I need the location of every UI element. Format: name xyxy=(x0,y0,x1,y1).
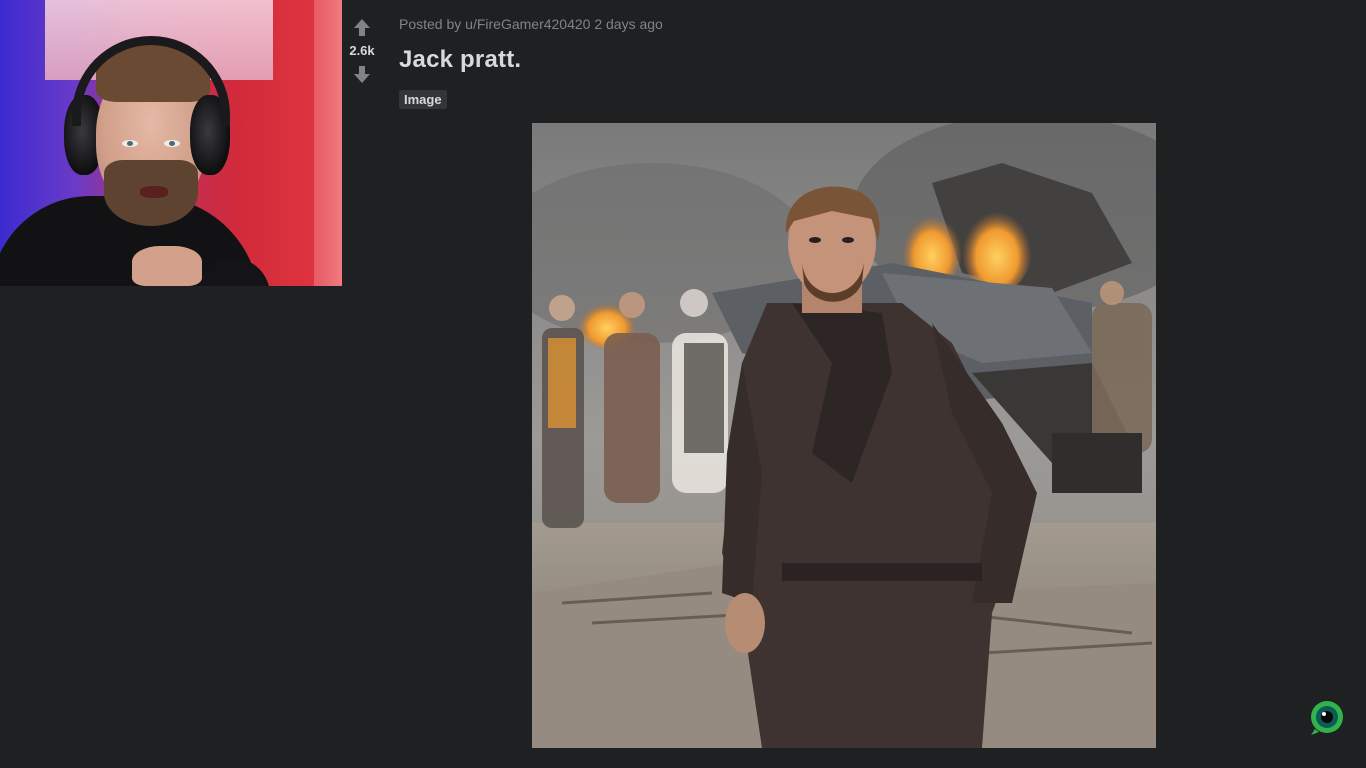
webcam-person-eye-left xyxy=(122,140,138,147)
webcam-overlay xyxy=(0,0,342,286)
posted-by-prefix: Posted by xyxy=(399,16,462,32)
post-flair[interactable]: Image xyxy=(399,90,447,109)
vote-column: 2.6k xyxy=(340,18,384,84)
arrow-down-icon[interactable] xyxy=(353,64,371,84)
post-age: 2 days ago xyxy=(594,16,663,32)
channel-logo-icon xyxy=(1311,701,1343,735)
webcam-person-mouth xyxy=(140,186,168,198)
webcam-person-eye-right xyxy=(164,140,180,147)
post-title[interactable]: Jack pratt. xyxy=(399,46,521,74)
vote-count: 2.6k xyxy=(349,43,375,58)
post-author-link[interactable]: u/FireGamer420420 xyxy=(465,16,590,32)
post-image[interactable] xyxy=(532,123,1156,748)
arrow-up-icon[interactable] xyxy=(353,18,371,38)
page: 2.6k Posted by u/FireGamer420420 2 days … xyxy=(0,0,1366,768)
post-image-scene xyxy=(532,123,1156,748)
webcam-background-door xyxy=(314,0,342,286)
post-meta: Posted by u/FireGamer420420 2 days ago xyxy=(399,16,663,32)
webcam-person-hand xyxy=(132,246,202,286)
